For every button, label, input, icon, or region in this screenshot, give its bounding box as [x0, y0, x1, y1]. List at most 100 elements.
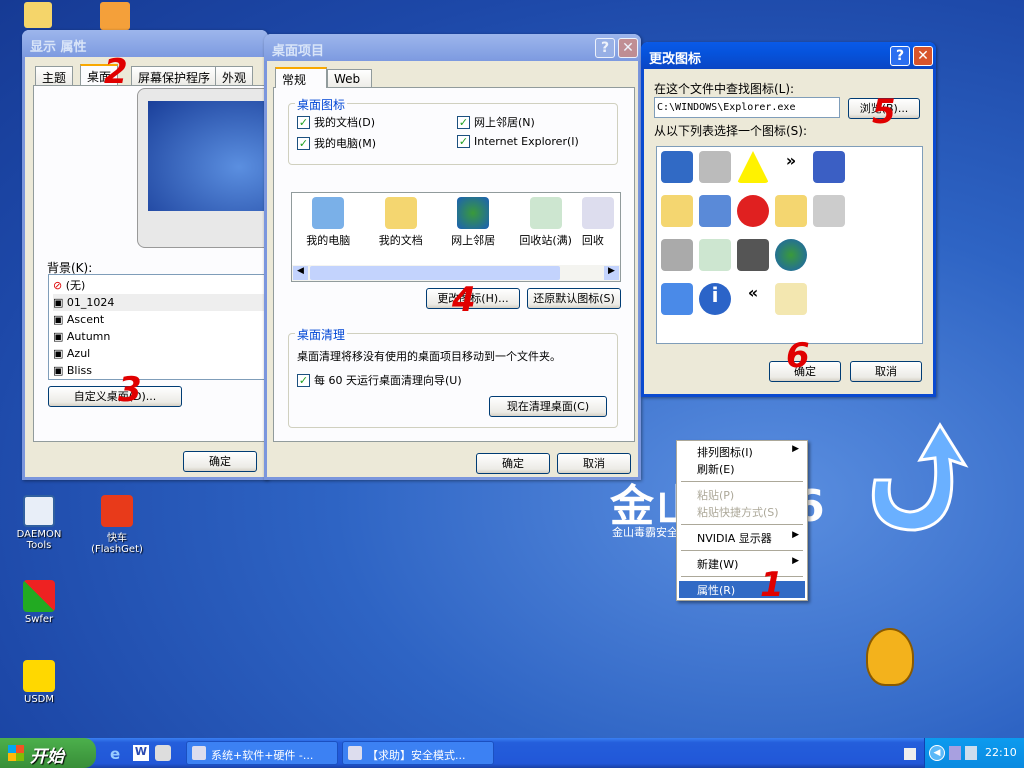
word-mail-icon[interactable]	[813, 151, 845, 183]
annotation-2: 2	[104, 52, 128, 92]
list-item[interactable]: ▣ Azul	[53, 345, 269, 362]
tab-panel: 背景(K): ⊘ (无) ▣ 01_1024 ▣ Ascent ▣ Autumn…	[33, 85, 278, 442]
cancel-button[interactable]: 取消	[557, 453, 631, 474]
globe-icon[interactable]	[775, 239, 807, 271]
close-button[interactable]: ✕	[913, 46, 933, 66]
scroll-thumb[interactable]	[310, 266, 560, 280]
error-icon[interactable]	[737, 195, 769, 227]
start-button[interactable]: 开始	[0, 738, 96, 768]
menu-label: NVIDIA 显示器	[697, 532, 772, 545]
list-item[interactable]: ▣ 01_1024	[53, 294, 269, 311]
keyboard-tray-icon[interactable]	[904, 748, 916, 760]
tab-appearance[interactable]: 外观	[215, 66, 254, 85]
server-icon[interactable]	[813, 195, 845, 227]
desktop-icon-daemon-tools[interactable]: DAEMON Tools	[4, 495, 74, 551]
menu-separator	[681, 481, 803, 482]
check-icon: ✓	[297, 136, 310, 150]
cleanup-checkbox[interactable]: ✓ 每 60 天运行桌面清理向导(U)	[297, 372, 462, 388]
title-bar[interactable]: 显示 属性	[22, 30, 268, 57]
taskbar-item-forum-2[interactable]: 【求助】安全模式...	[342, 741, 494, 765]
icon-label: USDM	[24, 694, 54, 705]
desktop-icon-partial[interactable]	[24, 2, 52, 28]
menu-item-new[interactable]: 新建(W) ▶	[679, 555, 805, 572]
submenu-arrow-icon: ▶	[792, 556, 799, 566]
warning-icon[interactable]	[737, 151, 769, 183]
printer-help-icon[interactable]	[699, 151, 731, 183]
file-path-input[interactable]	[654, 97, 840, 118]
app-window-icon[interactable]	[699, 195, 731, 227]
list-item[interactable]: ▣ Bliss	[53, 362, 269, 379]
help-button[interactable]: ?	[595, 38, 615, 58]
icon-grid[interactable]: » i «	[656, 146, 923, 344]
desktop-icon-partial[interactable]	[100, 2, 130, 30]
menu-separator	[681, 524, 803, 525]
list-item[interactable]: ▣ Ascent	[53, 311, 269, 328]
checkbox-internet-explorer[interactable]: ✓ Internet Explorer(I)	[457, 135, 579, 148]
refresh-doc-icon[interactable]	[661, 283, 693, 315]
check-icon: ✓	[297, 373, 310, 387]
ie-quicklaunch-icon[interactable]: e	[110, 745, 126, 763]
tab-screensaver[interactable]: 屏幕保护程序	[131, 66, 218, 85]
icon-recycle-full[interactable]: 回收站(满)	[509, 197, 581, 248]
search-folder-icon[interactable]	[661, 195, 693, 227]
desktop-icon-list[interactable]: 我的电脑 我的文档 网上邻居 回收站(满) 回收 ◀ ▶	[291, 192, 621, 282]
app-quicklaunch-icon[interactable]	[155, 745, 171, 761]
list-item[interactable]: ▣ Autumn	[53, 328, 269, 345]
desktop-icon-usdm[interactable]: USDM	[4, 660, 74, 705]
background-list[interactable]: ⊘ (无) ▣ 01_1024 ▣ Ascent ▣ Autumn ▣ Azul…	[48, 274, 274, 380]
monitor-icon[interactable]	[737, 239, 769, 271]
computer-icon[interactable]	[661, 151, 693, 183]
item-label: Azul	[66, 347, 91, 360]
icon-network[interactable]: 网上邻居	[437, 197, 509, 248]
ok-button[interactable]: 确定	[183, 451, 257, 472]
restore-default-button[interactable]: 还原默认图标(S)	[527, 288, 621, 309]
recycle-bin-icon[interactable]	[699, 239, 731, 271]
window-title: 桌面项目	[272, 44, 325, 59]
tab-theme[interactable]: 主题	[35, 66, 74, 85]
desktop-icon-swfer[interactable]: Swfer	[4, 580, 74, 625]
double-chevron-right-icon[interactable]: »	[775, 151, 807, 183]
menu-item-nvidia-display[interactable]: NVIDIA 显示器 ▶	[679, 529, 805, 546]
icon-my-documents[interactable]: 我的文档	[364, 197, 436, 248]
envelope-icon[interactable]	[775, 283, 807, 315]
none-icon: ⊘	[53, 279, 63, 292]
menu-item-refresh[interactable]: 刷新(E)	[679, 460, 805, 477]
tab-general[interactable]: 常规	[275, 67, 327, 88]
menu-item-arrange-icons[interactable]: 排列图标(I) ▶	[679, 443, 805, 460]
annotation-6: 6	[786, 336, 810, 376]
close-button[interactable]: ✕	[618, 38, 638, 58]
show-hidden-icons-button[interactable]: ◀	[929, 745, 945, 761]
icon-label: 我的电脑	[306, 234, 351, 247]
printer-icon[interactable]	[661, 239, 693, 271]
desktop-icon-flashget[interactable]: 快车 (FlashGet)	[82, 495, 152, 555]
checkbox-my-documents[interactable]: ✓ 我的文档(D)	[297, 114, 375, 130]
icon-label: 我的文档	[378, 234, 423, 247]
scroll-left-button[interactable]: ◀	[293, 266, 308, 280]
info-icon[interactable]: i	[699, 283, 731, 315]
clock[interactable]: 22:10	[985, 746, 1017, 759]
checkbox-my-computer[interactable]: ✓ 我的电脑(M)	[297, 135, 376, 151]
ok-button[interactable]: 确定	[476, 453, 550, 474]
folder-icon[interactable]	[775, 195, 807, 227]
menu-item-properties[interactable]: 属性(R)	[679, 581, 805, 598]
word-quicklaunch-icon[interactable]: W	[133, 745, 149, 761]
help-button[interactable]: ?	[890, 46, 910, 66]
network-tray-icon[interactable]	[965, 746, 977, 760]
list-item[interactable]: ⊘ (无)	[53, 277, 269, 294]
customize-desktop-button[interactable]: 自定义桌面(D)...	[48, 386, 182, 407]
icon-recycle[interactable]: 回收	[581, 197, 620, 248]
title-bar[interactable]: 更改图标 ? ✕	[641, 42, 936, 69]
taskbar-item-forum-1[interactable]: 系统+软件+硬件 -...	[186, 741, 338, 765]
tab-web[interactable]: Web	[327, 69, 372, 88]
menu-item-paste-shortcut: 粘贴快捷方式(S)	[697, 506, 779, 519]
cleanup-now-button[interactable]: 现在清理桌面(C)	[489, 396, 607, 417]
volume-tray-icon[interactable]	[949, 746, 961, 760]
horizontal-scrollbar[interactable]: ◀ ▶	[292, 265, 620, 281]
title-bar[interactable]: 桌面项目 ? ✕	[264, 34, 641, 61]
icon-my-computer[interactable]: 我的电脑	[292, 197, 364, 248]
start-label: 开始	[30, 747, 64, 767]
cancel-button[interactable]: 取消	[850, 361, 922, 382]
checkbox-network-places[interactable]: ✓ 网上邻居(N)	[457, 114, 535, 130]
double-chevron-left-icon[interactable]: «	[737, 283, 769, 315]
scroll-right-button[interactable]: ▶	[604, 266, 619, 280]
